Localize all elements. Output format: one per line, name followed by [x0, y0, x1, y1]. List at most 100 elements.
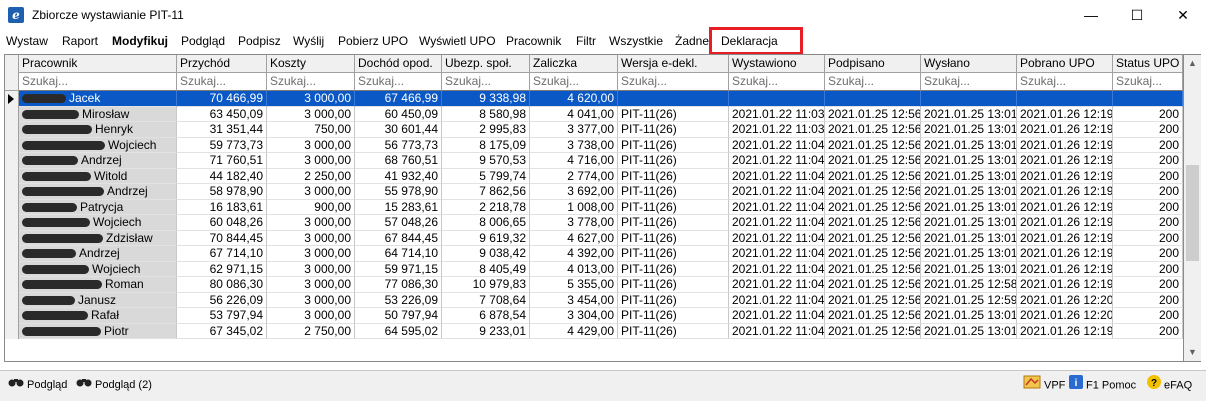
cell-podpisano[interactable]: 2021.01.25 12:56: [825, 261, 921, 277]
cell-wyslano[interactable]: 2021.01.25 13:01: [921, 153, 1017, 169]
menu-item-pobierz-upo[interactable]: Pobierz UPO: [338, 34, 408, 48]
cell-wersja[interactable]: PIT-11(26): [618, 277, 729, 293]
cell-dochod[interactable]: 68 760,51: [355, 153, 442, 169]
cell-name[interactable]: Witold: [19, 168, 177, 184]
menu-item-pracownik[interactable]: Pracownik: [506, 34, 561, 48]
cell-dochod[interactable]: 67 466,99: [355, 91, 442, 107]
filter-input-koszty[interactable]: Szukaj...: [267, 73, 355, 91]
table-row[interactable]: Piotr 67 345,02 2 750,00 64 595,02 9 233,01 4…: [5, 323, 1183, 339]
cell-status[interactable]: 200: [1113, 215, 1183, 231]
cell-koszty[interactable]: 3 000,00: [267, 91, 355, 107]
cell-zaliczka[interactable]: 3 692,00: [530, 184, 618, 200]
cell-koszty[interactable]: 3 000,00: [267, 184, 355, 200]
cell-zaliczka[interactable]: 3 454,00: [530, 292, 618, 308]
cell-wersja[interactable]: PIT-11(26): [618, 122, 729, 138]
cell-dochod[interactable]: 64 595,02: [355, 323, 442, 339]
cell-podpisano[interactable]: 2021.01.25 12:56: [825, 168, 921, 184]
filter-input-wyslano[interactable]: Szukaj...: [921, 73, 1017, 91]
cell-status[interactable]: 200: [1113, 323, 1183, 339]
cell-zaliczka[interactable]: 3 377,00: [530, 122, 618, 138]
table-row[interactable]: Wojciech 59 773,73 3 000,00 56 773,73 8 175,…: [5, 137, 1183, 153]
table-row[interactable]: Witold 44 182,40 2 250,00 41 932,40 5 799,74…: [5, 168, 1183, 184]
filter-input-wersja[interactable]: Szukaj...: [618, 73, 729, 91]
cell-przychod[interactable]: 70 466,99: [177, 91, 267, 107]
table-row[interactable]: Zdzisław 70 844,45 3 000,00 67 844,45 9 619,…: [5, 230, 1183, 246]
cell-przychod[interactable]: 44 182,40: [177, 168, 267, 184]
close-icon[interactable]: ✕: [1160, 0, 1206, 31]
cell-name[interactable]: Zdzisław: [19, 230, 177, 246]
cell-wersja[interactable]: PIT-11(26): [618, 168, 729, 184]
cell-status[interactable]: 200: [1113, 261, 1183, 277]
cell-wyslano[interactable]: [921, 91, 1017, 107]
cell-pobrano[interactable]: 2021.01.26 12:19: [1017, 277, 1113, 293]
cell-status[interactable]: 200: [1113, 122, 1183, 138]
cell-zaliczka[interactable]: 3 304,00: [530, 308, 618, 324]
cell-koszty[interactable]: 750,00: [267, 122, 355, 138]
cell-wersja[interactable]: PIT-11(26): [618, 153, 729, 169]
column-header-name[interactable]: Pracownik: [19, 55, 177, 73]
cell-wystawiono[interactable]: 2021.01.22 11:04: [729, 261, 825, 277]
cell-zaliczka[interactable]: 3 778,00: [530, 215, 618, 231]
cell-dochod[interactable]: 64 714,10: [355, 246, 442, 262]
cell-pobrano[interactable]: [1017, 91, 1113, 107]
cell-status[interactable]: [1113, 91, 1183, 107]
cell-zaliczka[interactable]: 1 008,00: [530, 199, 618, 215]
cell-wersja[interactable]: PIT-11(26): [618, 323, 729, 339]
cell-ubezp[interactable]: 8 006,65: [442, 215, 530, 231]
cell-podpisano[interactable]: 2021.01.25 12:56: [825, 106, 921, 122]
cell-przychod[interactable]: 60 048,26: [177, 215, 267, 231]
cell-wyslano[interactable]: 2021.01.25 13:01: [921, 122, 1017, 138]
cell-ubezp[interactable]: 9 619,32: [442, 230, 530, 246]
filter-input-zaliczka[interactable]: Szukaj...: [530, 73, 618, 91]
cell-pobrano[interactable]: 2021.01.26 12:19: [1017, 137, 1113, 153]
cell-zaliczka[interactable]: 4 429,00: [530, 323, 618, 339]
cell-name[interactable]: Henryk: [19, 122, 177, 138]
cell-status[interactable]: 200: [1113, 153, 1183, 169]
column-header-pobrano[interactable]: Pobrano UPO: [1017, 55, 1113, 73]
menu-item-wyświetl-upo[interactable]: Wyświetl UPO: [419, 34, 496, 48]
table-row[interactable]: Andrzej 67 714,10 3 000,00 64 714,10 9 038,4…: [5, 246, 1183, 262]
cell-wyslano[interactable]: 2021.01.25 13:01: [921, 323, 1017, 339]
cell-przychod[interactable]: 58 978,90: [177, 184, 267, 200]
column-header-zaliczka[interactable]: Zaliczka: [530, 55, 618, 73]
cell-wystawiono[interactable]: 2021.01.22 11:04: [729, 292, 825, 308]
preview-button[interactable]: Podgląd: [4, 375, 71, 395]
vertical-scrollbar[interactable]: ▲ ▼: [1184, 54, 1201, 362]
cell-podpisano[interactable]: 2021.01.25 12:56: [825, 308, 921, 324]
cell-wystawiono[interactable]: 2021.01.22 11:04: [729, 137, 825, 153]
cell-dochod[interactable]: 57 048,26: [355, 215, 442, 231]
scroll-up-icon[interactable]: ▲: [1184, 55, 1201, 72]
cell-zaliczka[interactable]: 4 013,00: [530, 261, 618, 277]
filter-input-podpisano[interactable]: Szukaj...: [825, 73, 921, 91]
cell-name[interactable]: Wojciech: [19, 137, 177, 153]
filter-input-ubezp[interactable]: Szukaj...: [442, 73, 530, 91]
cell-dochod[interactable]: 15 283,61: [355, 199, 442, 215]
column-header-status[interactable]: Status UPO: [1113, 55, 1183, 73]
cell-ubezp[interactable]: 5 799,74: [442, 168, 530, 184]
cell-podpisano[interactable]: [825, 91, 921, 107]
cell-wystawiono[interactable]: 2021.01.22 11:04: [729, 323, 825, 339]
table-row[interactable]: Wojciech 62 971,15 3 000,00 59 971,15 8 405,…: [5, 261, 1183, 277]
cell-name[interactable]: Wojciech: [19, 215, 177, 231]
cell-podpisano[interactable]: 2021.01.25 12:56: [825, 323, 921, 339]
cell-ubezp[interactable]: 9 338,98: [442, 91, 530, 107]
cell-przychod[interactable]: 63 450,09: [177, 106, 267, 122]
cell-zaliczka[interactable]: 2 774,00: [530, 168, 618, 184]
cell-pobrano[interactable]: 2021.01.26 12:19: [1017, 199, 1113, 215]
vpf-button[interactable]: VPF: [1019, 375, 1069, 395]
cell-wystawiono[interactable]: 2021.01.22 11:04: [729, 246, 825, 262]
cell-podpisano[interactable]: 2021.01.25 12:56: [825, 215, 921, 231]
filter-input-dochod[interactable]: Szukaj...: [355, 73, 442, 91]
help-button[interactable]: i F1 Pomoc: [1065, 375, 1140, 395]
cell-podpisano[interactable]: 2021.01.25 12:56: [825, 230, 921, 246]
cell-zaliczka[interactable]: 4 620,00: [530, 91, 618, 107]
menu-item-wystaw[interactable]: Wystaw: [6, 34, 48, 48]
cell-wersja[interactable]: PIT-11(26): [618, 215, 729, 231]
menu-item-wyślij[interactable]: Wyślij: [293, 34, 324, 48]
menu-item-modyfikuj[interactable]: Modyfikuj: [112, 34, 168, 48]
menu-item-podpisz[interactable]: Podpisz: [238, 34, 281, 48]
cell-wystawiono[interactable]: 2021.01.22 11:04: [729, 277, 825, 293]
cell-zaliczka[interactable]: 4 716,00: [530, 153, 618, 169]
maximize-icon[interactable]: ☐: [1114, 0, 1160, 31]
cell-koszty[interactable]: 3 000,00: [267, 292, 355, 308]
